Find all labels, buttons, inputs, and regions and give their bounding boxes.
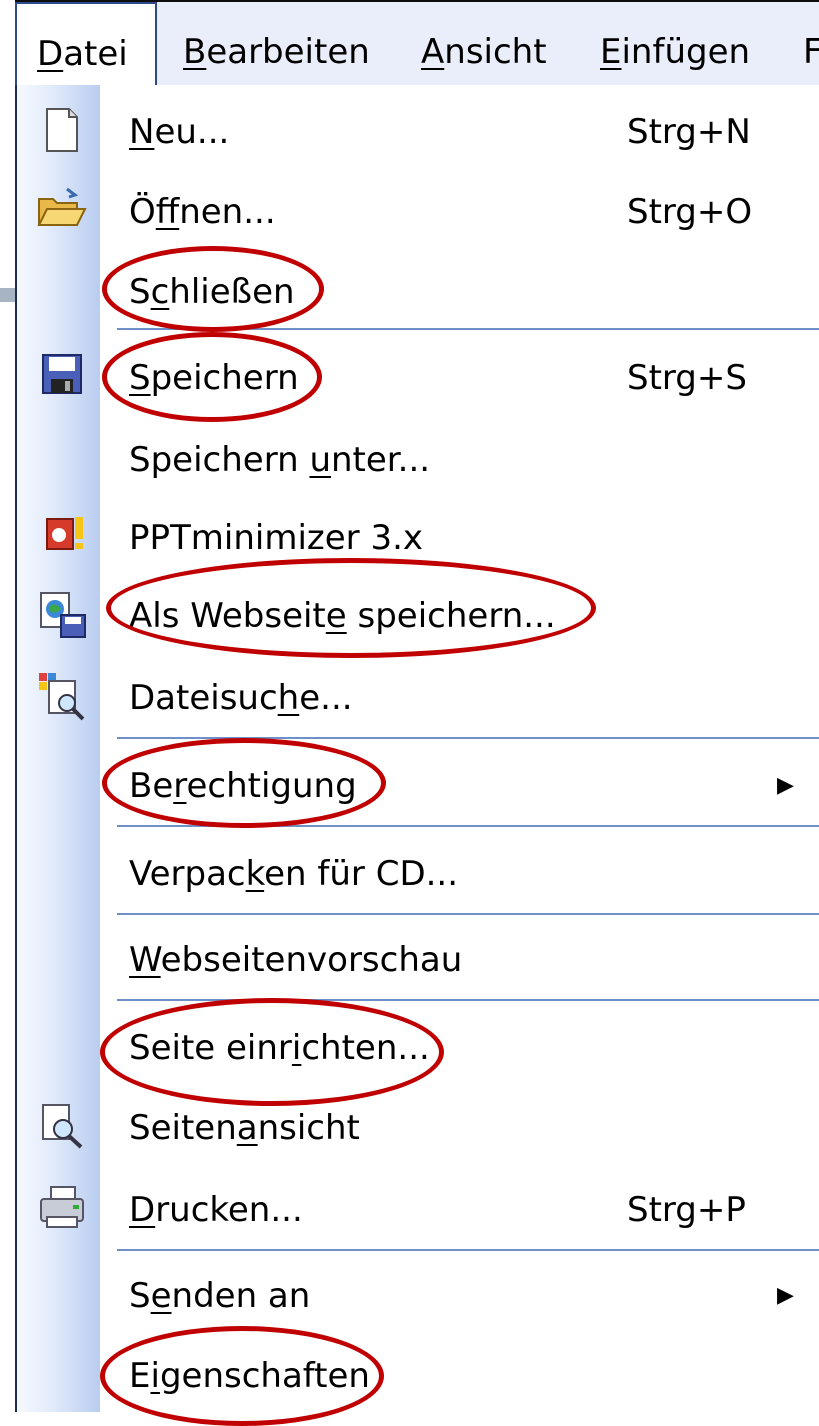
menu-item-seitenansicht[interactable]: Seitenansicht [17, 1087, 819, 1167]
file-search-icon [35, 669, 89, 723]
menu-bearbeiten[interactable]: Bearbeiten [183, 2, 370, 87]
printer-icon [35, 1181, 89, 1235]
highlight-oval-speichern [102, 332, 322, 422]
menu-ansicht[interactable]: Ansicht [421, 2, 547, 87]
highlight-oval-seite-einrichten [100, 998, 444, 1106]
highlight-oval-eigenschaften [100, 1326, 384, 1426]
menu-item-oeffnen[interactable]: Öffnen... Strg+O [17, 171, 819, 251]
submenu-arrow-icon: ▶ [777, 773, 794, 798]
menu-item-speichern-unter[interactable]: Speichern unter... [17, 419, 819, 499]
save-disk-icon [35, 349, 89, 403]
print-preview-icon [35, 1099, 89, 1153]
submenu-arrow-icon: ▶ [777, 1283, 794, 1308]
highlight-oval-schliessen [102, 246, 324, 332]
shortcut-text: Strg+P [627, 1190, 746, 1230]
menu-item-verpacken-fuer-cd[interactable]: Verpacken für CD... [17, 833, 819, 913]
menu-f-truncated[interactable]: F [803, 2, 819, 87]
menu-separator [117, 1249, 819, 1251]
menu-item-webseitenvorschau[interactable]: Webseitenvorschau [17, 919, 819, 999]
menu-datei[interactable]: Datei [15, 2, 157, 89]
menu-item-neu[interactable]: Neu... Strg+N [17, 91, 819, 171]
menu-item-senden-an[interactable]: Senden an ▶ [17, 1255, 819, 1335]
menu-einfuegen[interactable]: Einfügen [600, 2, 750, 87]
save-as-webpage-icon [35, 587, 89, 641]
menu-item-dateisuche[interactable]: Dateisuche... [17, 657, 819, 737]
shortcut-text: Strg+S [627, 358, 747, 398]
menu-bar: Datei Bearbeiten Ansicht Einfügen F [15, 0, 819, 89]
open-folder-icon [35, 183, 89, 237]
new-document-icon [35, 103, 89, 157]
background-window-edge [0, 0, 15, 1412]
shortcut-text: Strg+N [627, 112, 751, 152]
pptminimizer-icon [35, 509, 89, 563]
menu-item-drucken[interactable]: Drucken... Strg+P [17, 1169, 819, 1249]
highlight-oval-als-webseite [106, 558, 596, 658]
highlight-oval-berechtigung [102, 738, 386, 828]
background-window-marker [0, 288, 15, 302]
shortcut-text: Strg+O [627, 192, 753, 232]
menu-separator [117, 913, 819, 915]
